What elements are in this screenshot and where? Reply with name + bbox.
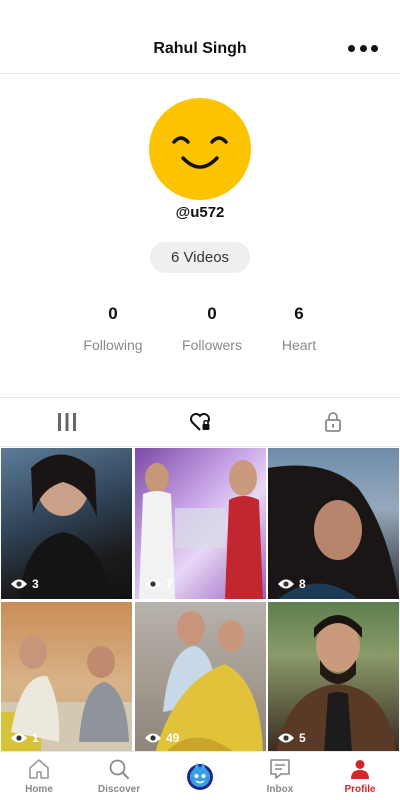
nav-discover[interactable]: Discover xyxy=(84,756,154,798)
smiley-face-icon xyxy=(172,136,228,169)
inbox-icon xyxy=(270,759,290,779)
eye-icon xyxy=(11,733,27,743)
stat-value: 0 xyxy=(207,304,217,323)
page-title: Rahul Singh xyxy=(153,40,247,57)
profile-icon xyxy=(351,760,369,779)
eye-icon xyxy=(11,579,27,589)
eye-icon xyxy=(278,733,294,743)
home-icon xyxy=(29,759,49,779)
lock-icon xyxy=(324,412,341,432)
nav-label: Discover xyxy=(97,784,141,795)
videos-count-button[interactable]: 6 Videos xyxy=(150,242,250,273)
nav-label: Profile xyxy=(344,784,376,795)
view-count-value: 3 xyxy=(32,577,39,591)
nav-label: Home xyxy=(25,784,53,795)
view-count: 1 xyxy=(10,731,39,745)
avatar[interactable] xyxy=(149,98,251,200)
stat-heart[interactable]: 6 Heart xyxy=(249,304,349,353)
username: @u572 xyxy=(175,204,225,221)
nav-inbox[interactable]: Inbox xyxy=(245,756,315,798)
tab-private[interactable] xyxy=(266,398,399,446)
video-thumbnail[interactable]: 8 xyxy=(268,448,399,599)
liked-icon xyxy=(189,413,210,431)
stat-label: Followers xyxy=(182,337,242,353)
nav-create[interactable] xyxy=(165,756,235,798)
video-thumbnail[interactable]: 1 xyxy=(1,602,132,753)
stat-label: Following xyxy=(83,337,143,353)
stat-value: 6 xyxy=(294,304,304,323)
video-grid: 3 7 8 1 49 5 xyxy=(0,447,400,753)
stat-label: Heart xyxy=(281,337,317,353)
view-count: 3 xyxy=(10,577,39,591)
top-bar: Rahul Singh xyxy=(0,0,400,74)
video-thumbnail[interactable]: 49 xyxy=(135,602,266,753)
eye-icon xyxy=(145,579,161,589)
eye-icon xyxy=(145,733,161,743)
view-count: 8 xyxy=(277,577,306,591)
grid-icon xyxy=(57,413,76,431)
nav-profile[interactable]: Profile xyxy=(325,756,395,798)
more-options-icon[interactable] xyxy=(348,36,378,60)
search-icon xyxy=(109,759,129,779)
nav-home[interactable]: Home xyxy=(4,756,74,798)
nav-label: Inbox xyxy=(266,784,294,795)
view-count-value: 8 xyxy=(299,577,306,591)
video-thumbnail[interactable]: 3 xyxy=(1,448,132,599)
create-icon xyxy=(187,763,213,790)
view-count: 49 xyxy=(144,731,179,745)
stat-following[interactable]: 0 Following xyxy=(63,304,163,353)
content-tabs xyxy=(0,397,400,447)
video-thumbnail[interactable]: 7 xyxy=(135,448,266,599)
view-count: 5 xyxy=(277,731,306,745)
tab-videos[interactable] xyxy=(0,398,133,446)
video-thumbnail[interactable]: 5 xyxy=(268,602,399,753)
eye-icon xyxy=(278,579,294,589)
bottom-nav: Home Discover Inbox Profile xyxy=(0,751,400,800)
tab-liked[interactable] xyxy=(133,398,266,446)
view-count-value: 1 xyxy=(32,731,39,745)
view-count-value: 7 xyxy=(166,577,173,591)
stat-followers[interactable]: 0 Followers xyxy=(162,304,262,353)
view-count-value: 49 xyxy=(166,731,180,745)
view-count: 7 xyxy=(144,577,173,591)
view-count-value: 5 xyxy=(299,731,306,745)
stat-value: 0 xyxy=(108,304,118,323)
